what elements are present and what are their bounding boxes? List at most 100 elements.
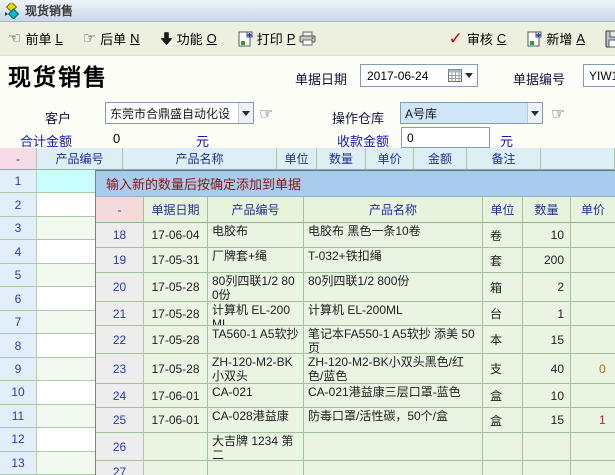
row-number-cell[interactable]: 10 (0, 381, 37, 404)
popup-qty-cell[interactable]: 2 (523, 273, 571, 302)
popup-date-cell[interactable]: 17-05-31 (144, 248, 208, 273)
popup-unit-cell[interactable]: 套 (483, 248, 523, 273)
popup-unit-cell[interactable]: 支 (483, 354, 523, 384)
popup-table-row[interactable]: 26 大吉牌 1234 第二 (96, 433, 615, 461)
popup-table-row[interactable]: 2317-05-28ZH-120-M2-BK小双头ZH-120-M2-BK小双头… (96, 354, 615, 384)
popup-price-cell[interactable] (571, 326, 615, 354)
popup-code-cell[interactable]: CA-021 (208, 384, 304, 408)
popup-row-number-cell[interactable]: 23 (96, 354, 144, 384)
doc-no-field[interactable]: YIW1 (583, 64, 615, 87)
column-header[interactable]: 单位 (277, 148, 317, 170)
chevron-down-icon[interactable] (465, 73, 473, 78)
popup-date-cell[interactable]: 17-06-04 (144, 223, 208, 248)
popup-unit-cell[interactable]: 本 (483, 326, 523, 354)
functions-button[interactable]: 功能O (160, 29, 217, 48)
popup-name-cell[interactable]: 笔记本FA550-1 A5软抄 添美 50页 (304, 326, 483, 354)
popup-qty-cell[interactable]: 40 (523, 354, 571, 384)
column-header[interactable]: 产品名称 (123, 148, 277, 170)
column-header[interactable]: 数量 (317, 148, 366, 170)
customer-combo-arrow[interactable] (238, 103, 253, 123)
received-amount-input[interactable]: 0 (401, 127, 490, 148)
column-header[interactable]: 金额 (414, 148, 467, 170)
popup-code-cell[interactable]: TA560-1 A5软抄 (208, 326, 304, 354)
row-number-cell[interactable]: 6 (0, 287, 37, 310)
popup-qty-cell[interactable] (523, 461, 571, 475)
popup-table-row[interactable]: 27 (96, 461, 615, 475)
popup-date-cell[interactable]: 17-05-28 (144, 354, 208, 384)
popup-row-number-cell[interactable]: 21 (96, 302, 144, 326)
row-number-cell[interactable]: 4 (0, 240, 37, 263)
row-number-cell[interactable]: 1 (0, 170, 37, 193)
next-doc-button[interactable]: ☞ 后单N (83, 29, 140, 48)
doc-date-picker[interactable]: 2017-06-24 (360, 64, 478, 87)
prev-doc-button[interactable]: ☜ 前单L (8, 29, 63, 48)
warehouse-combo-arrow[interactable] (527, 103, 542, 123)
popup-code-cell[interactable]: 80列四联1/2 800份 (208, 273, 304, 302)
popup-table-row[interactable]: 2017-05-2880列四联1/2 800份80列四联1/2 800份箱2 (96, 273, 615, 302)
popup-date-cell[interactable]: 17-06-01 (144, 408, 208, 433)
popup-table-row[interactable]: 2217-05-28TA560-1 A5软抄笔记本FA550-1 A5软抄 添美… (96, 326, 615, 354)
popup-row-number-cell[interactable]: 18 (96, 223, 144, 248)
popup-column-header[interactable]: 单位 (483, 197, 523, 223)
popup-date-cell[interactable]: 17-05-28 (144, 273, 208, 302)
popup-column-header[interactable]: 产品编号 (208, 197, 304, 223)
popup-code-cell[interactable]: ZH-120-M2-BK小双头 (208, 354, 304, 384)
popup-table-row[interactable]: 2417-06-01CA-021CA-021港益康三层口罩-蓝色盒10 (96, 384, 615, 408)
popup-name-cell[interactable]: ZH-120-M2-BK小双头黑色/红色/蓝色 (304, 354, 483, 384)
popup-unit-cell[interactable] (483, 461, 523, 475)
popup-column-header[interactable]: 数量 (523, 197, 571, 223)
warehouse-lookup-icon[interactable]: ☞ (551, 104, 565, 124)
column-header[interactable]: 产品编号 (37, 148, 123, 170)
save-button[interactable] (605, 30, 615, 48)
popup-row-number-cell[interactable]: 27 (96, 461, 144, 475)
popup-code-cell[interactable]: 电胶布 (208, 223, 304, 248)
add-new-button[interactable]: 新增A (526, 29, 585, 48)
popup-date-cell[interactable] (144, 433, 208, 461)
popup-date-cell[interactable] (144, 461, 208, 475)
popup-qty-cell[interactable] (523, 433, 571, 461)
popup-unit-cell[interactable] (483, 433, 523, 461)
popup-unit-cell[interactable]: 盒 (483, 384, 523, 408)
popup-code-cell[interactable]: 厂牌套+绳 (208, 248, 304, 273)
popup-qty-cell[interactable]: 1 (523, 302, 571, 326)
popup-price-cell[interactable] (571, 302, 615, 326)
popup-date-cell[interactable]: 17-06-01 (144, 384, 208, 408)
popup-qty-cell[interactable]: 15 (523, 408, 571, 433)
popup-code-cell[interactable]: 大吉牌 1234 第二 (208, 433, 304, 461)
popup-table-row[interactable]: 1917-05-31厂牌套+绳T-032+铁扣绳套200 (96, 248, 615, 273)
popup-code-cell[interactable]: CA-028港益康 (208, 408, 304, 433)
popup-row-number-cell[interactable]: 25 (96, 408, 144, 433)
popup-unit-cell[interactable]: 台 (483, 302, 523, 326)
row-number-cell[interactable]: 9 (0, 358, 37, 381)
warehouse-combo[interactable]: A号库 (400, 102, 543, 124)
row-number-cell[interactable]: 5 (0, 264, 37, 287)
popup-price-cell[interactable]: 0 (571, 354, 615, 384)
popup-unit-cell[interactable]: 卷 (483, 223, 523, 248)
popup-code-cell[interactable]: 计算机 EL-200ML (208, 302, 304, 326)
row-number-cell[interactable]: 3 (0, 217, 37, 240)
print-button[interactable]: 打印P (237, 29, 317, 48)
popup-row-number-cell[interactable]: 22 (96, 326, 144, 354)
popup-row-number-cell[interactable]: 26 (96, 433, 144, 461)
popup-qty-cell[interactable]: 200 (523, 248, 571, 273)
popup-code-cell[interactable] (208, 461, 304, 475)
popup-unit-cell[interactable]: 盒 (483, 408, 523, 433)
popup-qty-cell[interactable]: 15 (523, 326, 571, 354)
audit-button[interactable]: ✓ 审核C (449, 29, 507, 48)
popup-name-cell[interactable]: CA-021港益康三层口罩-蓝色 (304, 384, 483, 408)
popup-row-number-cell[interactable]: 24 (96, 384, 144, 408)
column-header[interactable]: 备注 (467, 148, 541, 170)
popup-name-cell[interactable]: 防毒口罩/活性碳，50个/盒 (304, 408, 483, 433)
row-number-cell[interactable]: 8 (0, 334, 37, 357)
popup-name-cell[interactable]: 80列四联1/2 800份 (304, 273, 483, 302)
popup-row-number-cell[interactable]: 20 (96, 273, 144, 302)
popup-row-selector-header[interactable]: - (96, 197, 144, 223)
popup-column-header[interactable]: 产品名称 (304, 197, 483, 223)
popup-price-cell[interactable] (571, 384, 615, 408)
popup-row-number-cell[interactable]: 19 (96, 248, 144, 273)
popup-qty-cell[interactable]: 10 (523, 223, 571, 248)
popup-price-cell[interactable] (571, 248, 615, 273)
popup-name-cell[interactable]: T-032+铁扣绳 (304, 248, 483, 273)
popup-price-cell[interactable] (571, 223, 615, 248)
row-number-cell[interactable]: 7 (0, 311, 37, 334)
